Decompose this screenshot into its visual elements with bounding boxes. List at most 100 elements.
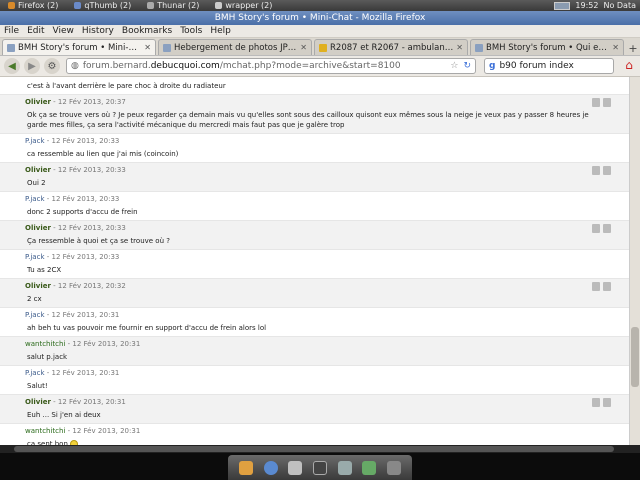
message-author[interactable]: P.jack bbox=[25, 311, 45, 319]
message-text: c'est à l'avant derrière le pare choc à … bbox=[27, 82, 226, 90]
forward-button[interactable]: ▶ bbox=[24, 58, 40, 74]
edit-icon[interactable] bbox=[592, 166, 600, 175]
bookmark-star-icon[interactable]: ☆ bbox=[450, 61, 458, 71]
file-manager-icon[interactable] bbox=[288, 460, 303, 475]
chat-message: Olivier - 12 Fév 2013, 20:37 Ok ça se tro… bbox=[0, 95, 629, 134]
clock: 19:52 bbox=[575, 1, 599, 10]
delete-icon[interactable] bbox=[603, 282, 611, 291]
taskbar-item-qthumb[interactable]: qThumb (2) bbox=[66, 0, 139, 11]
edit-icon[interactable] bbox=[592, 282, 600, 291]
close-tab-icon[interactable]: ✕ bbox=[144, 43, 151, 52]
close-tab-icon[interactable]: ✕ bbox=[300, 43, 307, 52]
chat-message: P.jack - 12 Fév 2013, 20:31 Salut! bbox=[0, 366, 629, 395]
chat-message: P.jack - 12 Fév 2013, 20:33 ca ressemble … bbox=[0, 134, 629, 163]
settings-icon[interactable] bbox=[386, 460, 401, 475]
menu-file[interactable]: File bbox=[0, 26, 23, 36]
menu-edit[interactable]: Edit bbox=[23, 26, 48, 36]
taskbar-item-firefox[interactable]: Firefox (2) bbox=[0, 0, 66, 11]
message-author[interactable]: Olivier bbox=[25, 98, 51, 106]
message-author[interactable]: Olivier bbox=[25, 166, 51, 174]
taskbar-item-wrapper[interactable]: wrapper (2) bbox=[207, 0, 280, 11]
editor-icon[interactable] bbox=[337, 460, 352, 475]
close-tab-icon[interactable]: ✕ bbox=[456, 43, 463, 52]
message-author[interactable]: P.jack bbox=[25, 195, 45, 203]
back-button[interactable]: ◀ bbox=[4, 58, 20, 74]
message-date: 12 Fév 2013, 20:32 bbox=[57, 282, 126, 290]
message-text: Oui 2 bbox=[27, 179, 46, 187]
message-author[interactable]: Olivier bbox=[25, 398, 51, 406]
scrollbar-thumb[interactable] bbox=[631, 327, 639, 387]
favicon-icon bbox=[475, 43, 483, 52]
chart-icon[interactable] bbox=[362, 460, 377, 475]
qthumb-icon bbox=[74, 2, 82, 9]
reload-icon[interactable]: ↻ bbox=[463, 61, 471, 71]
tab-qui-est[interactable]: BMH Story's forum • Qui est e... ✕ bbox=[470, 39, 624, 55]
chat-message: c'est à l'avant derrière le pare choc à … bbox=[0, 77, 629, 95]
chat-message: Olivier - 12 Fév 2013, 20:32 2 cx bbox=[0, 279, 629, 308]
menu-history[interactable]: History bbox=[78, 26, 118, 36]
favicon-icon bbox=[7, 43, 15, 52]
menu-view[interactable]: View bbox=[49, 26, 78, 36]
url-bar[interactable]: ◍ forum.bernard.debucquoi.com/mchat.php?… bbox=[66, 58, 476, 74]
chat-message: wantchitchi - 12 Fév 2013, 20:31 ca sent … bbox=[0, 424, 629, 445]
vertical-scrollbar[interactable] bbox=[629, 77, 640, 445]
chat-message: Olivier - 12 Fév 2013, 20:31 Euh ... Si j… bbox=[0, 395, 629, 424]
tab-strip: BMH Story's forum • Mini-Chat ✕ Hebergeme… bbox=[0, 38, 640, 56]
dock bbox=[0, 453, 640, 480]
message-date: 12 Fév 2013, 20:33 bbox=[57, 166, 126, 174]
firefox-icon bbox=[8, 2, 15, 9]
edit-icon[interactable] bbox=[592, 98, 600, 107]
search-box[interactable]: g b90 forum index bbox=[484, 58, 614, 74]
close-tab-icon[interactable]: ✕ bbox=[612, 43, 619, 52]
scrollbar-thumb[interactable] bbox=[14, 446, 614, 452]
message-text: 2 cx bbox=[27, 295, 42, 303]
tab-ambulances[interactable]: R2087 et R2067 - ambulances...✕ bbox=[314, 39, 468, 55]
message-text: Salut! bbox=[27, 382, 48, 390]
globe-icon: ◍ bbox=[71, 61, 79, 71]
edit-icon[interactable] bbox=[592, 224, 600, 233]
chat-archive: c'est à l'avant derrière le pare choc à … bbox=[0, 77, 629, 445]
delete-icon[interactable] bbox=[603, 224, 611, 233]
message-header: P.jack - 12 Fév 2013, 20:33 bbox=[25, 137, 120, 145]
addon-icon[interactable]: ⚙ bbox=[44, 58, 60, 74]
chat-message: P.jack - 12 Fév 2013, 20:31 ah beh tu vas… bbox=[0, 308, 629, 337]
edit-icon[interactable] bbox=[592, 398, 600, 407]
new-tab-button[interactable]: + bbox=[626, 42, 640, 55]
tab-hebergement[interactable]: Hebergement de photos JPG, J... ✕ bbox=[158, 39, 312, 55]
message-header: wantchitchi - 12 Fév 2013, 20:31 bbox=[25, 427, 141, 435]
message-date: 12 Fév 2013, 20:31 bbox=[51, 311, 120, 319]
thunar-icon bbox=[147, 2, 155, 9]
message-date: 12 Fév 2013, 20:31 bbox=[51, 369, 120, 377]
chat-message: Olivier - 12 Fév 2013, 20:33 Oui 2 bbox=[0, 163, 629, 192]
horizontal-scrollbar[interactable] bbox=[0, 445, 640, 453]
tab-minichat[interactable]: BMH Story's forum • Mini-Chat ✕ bbox=[2, 39, 156, 55]
message-author[interactable]: P.jack bbox=[25, 253, 45, 261]
workspace-switcher[interactable] bbox=[554, 1, 571, 10]
message-author[interactable]: wantchitchi bbox=[25, 427, 65, 435]
message-author[interactable]: P.jack bbox=[25, 137, 45, 145]
message-header: P.jack - 12 Fév 2013, 20:33 bbox=[25, 195, 120, 203]
message-header: Olivier - 12 Fév 2013, 20:37 bbox=[25, 98, 126, 106]
message-author[interactable]: Olivier bbox=[25, 224, 51, 232]
message-author[interactable]: Olivier bbox=[25, 282, 51, 290]
menu-help[interactable]: Help bbox=[206, 26, 235, 36]
message-date: 12 Fév 2013, 20:37 bbox=[57, 98, 126, 106]
terminal-icon[interactable] bbox=[312, 460, 327, 475]
message-header: Olivier - 12 Fév 2013, 20:33 bbox=[25, 224, 126, 232]
message-text: Ça ressemble à quoi et ça se trouve où ? bbox=[27, 237, 170, 245]
taskbar-item-thunar[interactable]: Thunar (2) bbox=[139, 0, 207, 11]
message-author[interactable]: P.jack bbox=[25, 369, 45, 377]
home-icon[interactable]: ⌂ bbox=[622, 58, 636, 74]
browser-icon[interactable] bbox=[263, 460, 278, 475]
chat-message: Olivier - 12 Fév 2013, 20:33 Ça ressemble… bbox=[0, 221, 629, 250]
delete-icon[interactable] bbox=[603, 98, 611, 107]
menu-tools[interactable]: Tools bbox=[176, 26, 206, 36]
delete-icon[interactable] bbox=[603, 398, 611, 407]
message-author[interactable]: wantchitchi bbox=[25, 340, 65, 348]
warning-icon bbox=[319, 43, 327, 52]
system-taskbar: Firefox (2) qThumb (2) Thunar (2) wrappe… bbox=[0, 0, 640, 11]
menu-bookmarks[interactable]: Bookmarks bbox=[118, 26, 176, 36]
delete-icon[interactable] bbox=[603, 166, 611, 175]
message-header: P.jack - 12 Fév 2013, 20:33 bbox=[25, 253, 120, 261]
home-folder-icon[interactable] bbox=[239, 460, 254, 475]
